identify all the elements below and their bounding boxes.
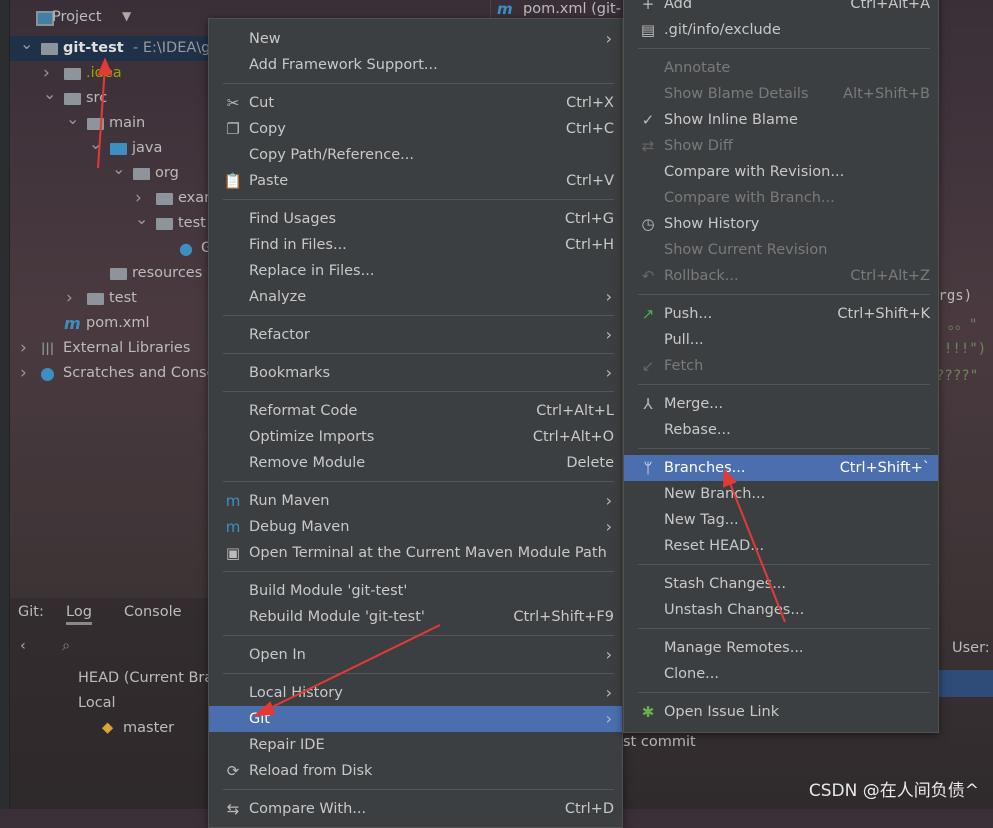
annotation-arrows — [97, 57, 786, 717]
arrow-to-git — [261, 624, 441, 713]
arrow-head — [253, 701, 276, 717]
arrow-head — [97, 57, 113, 75]
arrow-head — [722, 468, 737, 488]
watermark: CSDN @在人间负债^ — [808, 781, 979, 801]
arrow-to-project — [97, 65, 106, 169]
arrow-to-branches — [727, 477, 786, 623]
